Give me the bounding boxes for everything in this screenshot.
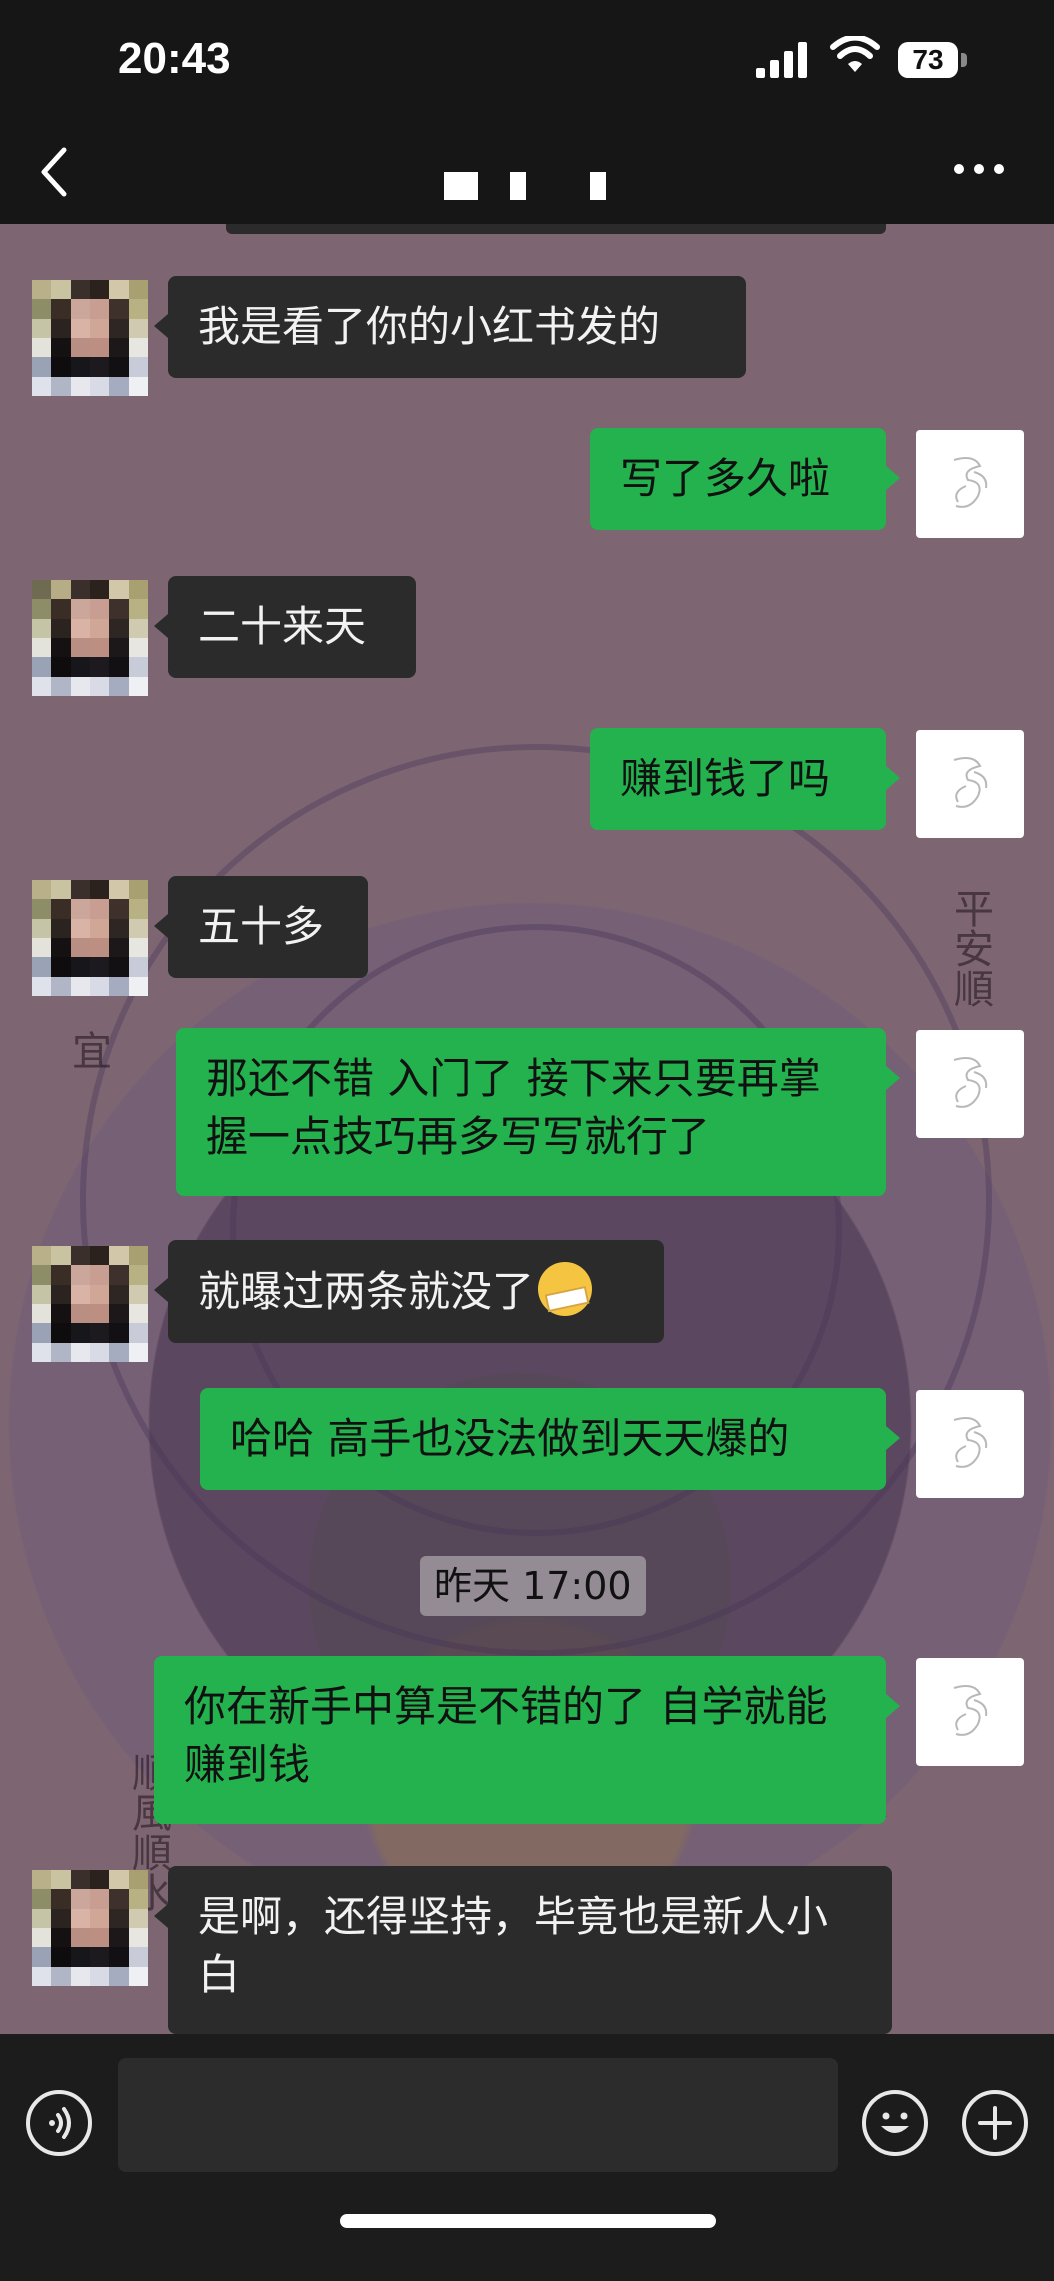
incoming-message[interactable]: 就曝过两条就没了 — [154, 1240, 664, 1343]
input-bar — [0, 2034, 1054, 2281]
home-indicator[interactable] — [340, 2214, 716, 2228]
message-text: 那还不错 入门了 接下来只要再掌握一点技巧再多写写就行了 — [206, 1054, 821, 1161]
avatar[interactable] — [32, 1246, 148, 1362]
my-avatar[interactable] — [916, 1658, 1024, 1766]
message-text: 哈哈 高手也没法做到天天爆的 — [230, 1414, 790, 1463]
background-calligraphy: 宜 — [65, 1030, 111, 1070]
outgoing-message[interactable]: 那还不错 入门了 接下来只要再掌握一点技巧再多写写就行了 — [176, 1028, 900, 1196]
my-avatar[interactable] — [916, 1390, 1024, 1498]
battery-level: 73 — [898, 42, 958, 78]
chevron-left-icon[interactable] — [36, 142, 76, 202]
contact-name-redacted — [440, 166, 620, 202]
status-time: 20:43 — [118, 34, 231, 83]
chat-header — [0, 128, 1054, 224]
outgoing-message[interactable]: 写了多久啦 — [590, 428, 900, 530]
my-avatar[interactable] — [916, 730, 1024, 838]
avatar[interactable] — [32, 880, 148, 996]
message-text: 我是看了你的小红书发的 — [198, 302, 661, 351]
status-bar: 20:43 73 — [0, 0, 1054, 128]
battery-icon: 73 — [898, 42, 970, 80]
message-text: 二十来天 — [198, 602, 367, 651]
smiley-icon[interactable] — [862, 2090, 928, 2156]
message-timestamp: 昨天 17:00 — [420, 1556, 646, 1616]
message-text: 就曝过两条就没了 — [198, 1267, 535, 1316]
message-text: 写了多久啦 — [620, 454, 831, 503]
my-avatar[interactable] — [916, 1030, 1024, 1138]
message-text: 是啊，还得坚持，毕竟也是新人小白 — [198, 1892, 829, 1999]
cellular-signal-icon — [756, 42, 807, 78]
incoming-message[interactable]: 二十来天 — [154, 576, 416, 678]
avatar[interactable] — [32, 580, 148, 696]
chat-messages[interactable]: 宜 平安順 順風順水 頌 我是看了你的小红书发的 写了多久啦 二十来天 赚到钱了… — [0, 224, 1054, 2034]
avatar[interactable] — [32, 1870, 148, 1986]
background-calligraphy: 平安順 — [947, 888, 993, 1008]
outgoing-message[interactable]: 你在新手中算是不错的了 自学就能赚到钱 — [154, 1656, 900, 1824]
my-avatar[interactable] — [916, 430, 1024, 538]
message-input[interactable] — [118, 2058, 838, 2172]
zipper-mouth-emoji — [538, 1262, 593, 1316]
voice-icon[interactable] — [26, 2090, 92, 2156]
clipped-message — [226, 224, 886, 234]
message-text: 赚到钱了吗 — [620, 754, 831, 803]
ellipsis-icon[interactable] — [948, 156, 1008, 180]
message-text: 五十多 — [198, 902, 325, 951]
outgoing-message[interactable]: 哈哈 高手也没法做到天天爆的 — [200, 1388, 900, 1490]
avatar[interactable] — [32, 280, 148, 396]
incoming-message[interactable]: 五十多 — [154, 876, 368, 978]
wifi-icon — [830, 36, 880, 72]
message-text: 你在新手中算是不错的了 自学就能赚到钱 — [184, 1682, 828, 1789]
incoming-message[interactable]: 是啊，还得坚持，毕竟也是新人小白 — [154, 1866, 892, 2034]
outgoing-message[interactable]: 赚到钱了吗 — [590, 728, 900, 830]
plus-icon[interactable] — [962, 2090, 1028, 2156]
incoming-message[interactable]: 我是看了你的小红书发的 — [154, 276, 746, 378]
